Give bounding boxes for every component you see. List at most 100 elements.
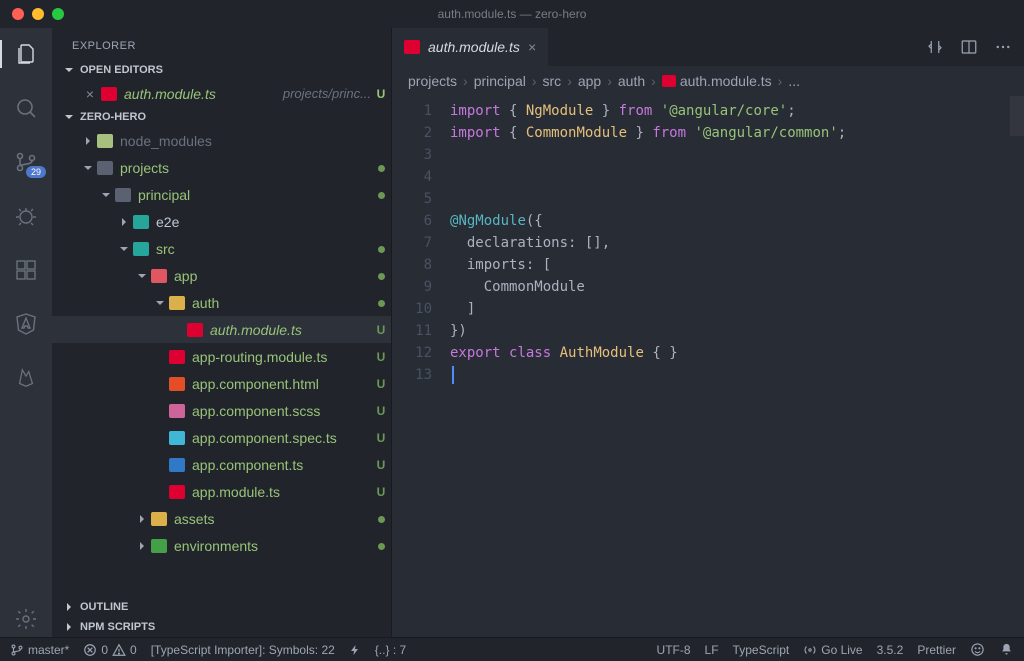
status-branch[interactable]: master* <box>10 643 69 657</box>
status-encoding[interactable]: UTF-8 <box>657 643 691 657</box>
status-go-live[interactable]: Go Live <box>803 643 862 657</box>
split-editor-button[interactable] <box>960 38 978 56</box>
activity-scm[interactable]: 29 <box>0 144 52 180</box>
item-label: app.component.ts <box>192 457 371 473</box>
code-line[interactable]: import { CommonModule } from '@angular/c… <box>450 122 1024 144</box>
item-icon <box>96 159 114 177</box>
status-bell[interactable] <box>999 642 1014 657</box>
tree-folder-projects[interactable]: projects <box>52 154 391 181</box>
item-label: auth <box>192 295 371 311</box>
tree-folder-environments[interactable]: environments <box>52 532 391 559</box>
code-line[interactable] <box>450 166 1024 188</box>
window-minimize-button[interactable] <box>32 8 44 20</box>
more-actions-button[interactable] <box>994 38 1012 56</box>
file-tree[interactable]: node_modules projectsprincipal e2e src app au… <box>52 127 391 597</box>
git-status: U <box>371 323 391 337</box>
activity-explorer[interactable] <box>0 36 52 72</box>
item-label: e2e <box>156 214 371 230</box>
status-ts-version[interactable]: 3.5.2 <box>877 643 904 657</box>
tree-file-app.component.html[interactable]: app.component.htmlU <box>52 370 391 397</box>
code-line[interactable]: CommonModule <box>450 276 1024 298</box>
item-label: environments <box>174 538 371 554</box>
search-icon <box>14 96 38 120</box>
section-outline[interactable]: OUTLINE <box>52 597 391 617</box>
breadcrumb-item[interactable]: projects <box>408 73 457 89</box>
code-line[interactable]: @NgModule({ <box>450 210 1024 232</box>
code-line[interactable]: export class AuthModule { } <box>450 342 1024 364</box>
open-editor-row[interactable]: × auth.module.ts projects/princ... U <box>52 80 391 107</box>
breadcrumb-item[interactable]: auth.module.ts <box>662 73 772 89</box>
window-close-button[interactable] <box>12 8 24 20</box>
status-language[interactable]: TypeScript <box>733 643 790 657</box>
code-line[interactable] <box>450 188 1024 210</box>
breadcrumb-item[interactable]: principal <box>474 73 526 89</box>
breadcrumbs[interactable]: projects›principal›src›app›auth›auth.mod… <box>392 66 1024 96</box>
git-status: U <box>371 350 391 364</box>
open-editor-path: projects/princ... <box>283 86 371 101</box>
code-line[interactable]: declarations: [], <box>450 232 1024 254</box>
item-label: app <box>174 268 371 284</box>
status-eol[interactable]: LF <box>705 643 719 657</box>
breadcrumb-item[interactable]: auth <box>618 73 645 89</box>
chevron-right-icon <box>62 621 76 633</box>
tree-file-app.component.scss[interactable]: app.component.scssU <box>52 397 391 424</box>
tree-file-app-routing[interactable]: app-routing.module.tsU <box>52 343 391 370</box>
section-workspace[interactable]: ZERO-HERO <box>52 107 391 127</box>
code-line[interactable]: }) <box>450 320 1024 342</box>
tree-file-app.component.ts[interactable]: app.component.tsU <box>52 451 391 478</box>
status-bracket-pair[interactable]: {..} : 7 <box>375 643 406 657</box>
tree-folder-principal[interactable]: principal <box>52 181 391 208</box>
item-icon <box>168 348 186 366</box>
activity-search[interactable] <box>0 90 52 126</box>
tree-file-app.module.ts[interactable]: app.module.tsU <box>52 478 391 505</box>
breadcrumb-item[interactable]: app <box>578 73 601 89</box>
tree-folder-node_modules[interactable]: node_modules <box>52 127 391 154</box>
git-status <box>371 161 391 175</box>
chevron-right-icon <box>116 216 132 228</box>
window-maximize-button[interactable] <box>52 8 64 20</box>
tree-folder-auth[interactable]: auth <box>52 289 391 316</box>
section-open-editors[interactable]: OPEN EDITORS <box>52 60 391 80</box>
status-prettier[interactable]: Prettier <box>917 643 956 657</box>
status-problems[interactable]: 0 0 <box>83 643 136 657</box>
code-line[interactable]: import { NgModule } from '@angular/core'… <box>450 100 1024 122</box>
close-icon[interactable]: × <box>80 86 100 102</box>
code-line[interactable] <box>450 144 1024 166</box>
breadcrumb-item[interactable]: ... <box>788 73 800 89</box>
line-number: 1 <box>392 100 432 122</box>
activity-angular[interactable] <box>0 306 52 342</box>
git-status: U <box>371 431 391 445</box>
status-feedback[interactable] <box>970 642 985 657</box>
titlebar: auth.module.ts — zero-hero <box>0 0 1024 28</box>
status-thunder[interactable] <box>349 644 361 656</box>
activity-firebase[interactable] <box>0 360 52 396</box>
tree-file-auth.module.ts[interactable]: auth.module.tsU <box>52 316 391 343</box>
code-editor[interactable]: 12345678910111213 import { NgModule } fr… <box>392 96 1024 637</box>
activity-extensions[interactable] <box>0 252 52 288</box>
git-status <box>371 188 391 202</box>
item-label: node_modules <box>120 133 371 149</box>
close-icon[interactable]: × <box>528 39 536 55</box>
tree-folder-e2e[interactable]: e2e <box>52 208 391 235</box>
tab-auth-module[interactable]: auth.module.ts × <box>392 28 548 66</box>
git-status <box>371 242 391 256</box>
activity-settings[interactable] <box>0 601 52 637</box>
tree-folder-assets[interactable]: assets <box>52 505 391 532</box>
code-line[interactable] <box>450 364 1024 386</box>
tree-folder-app[interactable]: app <box>52 262 391 289</box>
tree-file-app.component.spec.ts[interactable]: app.component.spec.tsU <box>52 424 391 451</box>
code-content[interactable]: import { NgModule } from '@angular/core'… <box>450 96 1024 637</box>
tree-folder-src[interactable]: src <box>52 235 391 262</box>
minimap-slider[interactable] <box>1010 96 1024 136</box>
breadcrumb-item[interactable]: src <box>543 73 562 89</box>
item-icon <box>168 402 186 420</box>
item-label: src <box>156 241 371 257</box>
activity-debug[interactable] <box>0 198 52 234</box>
item-label: app.component.spec.ts <box>192 430 371 446</box>
files-icon <box>14 42 38 66</box>
code-line[interactable]: ] <box>450 298 1024 320</box>
code-line[interactable]: imports: [ <box>450 254 1024 276</box>
status-ts-importer[interactable]: [TypeScript Importer]: Symbols: 22 <box>151 643 335 657</box>
section-npm[interactable]: NPM SCRIPTS <box>52 617 391 637</box>
compare-changes-button[interactable] <box>926 38 944 56</box>
